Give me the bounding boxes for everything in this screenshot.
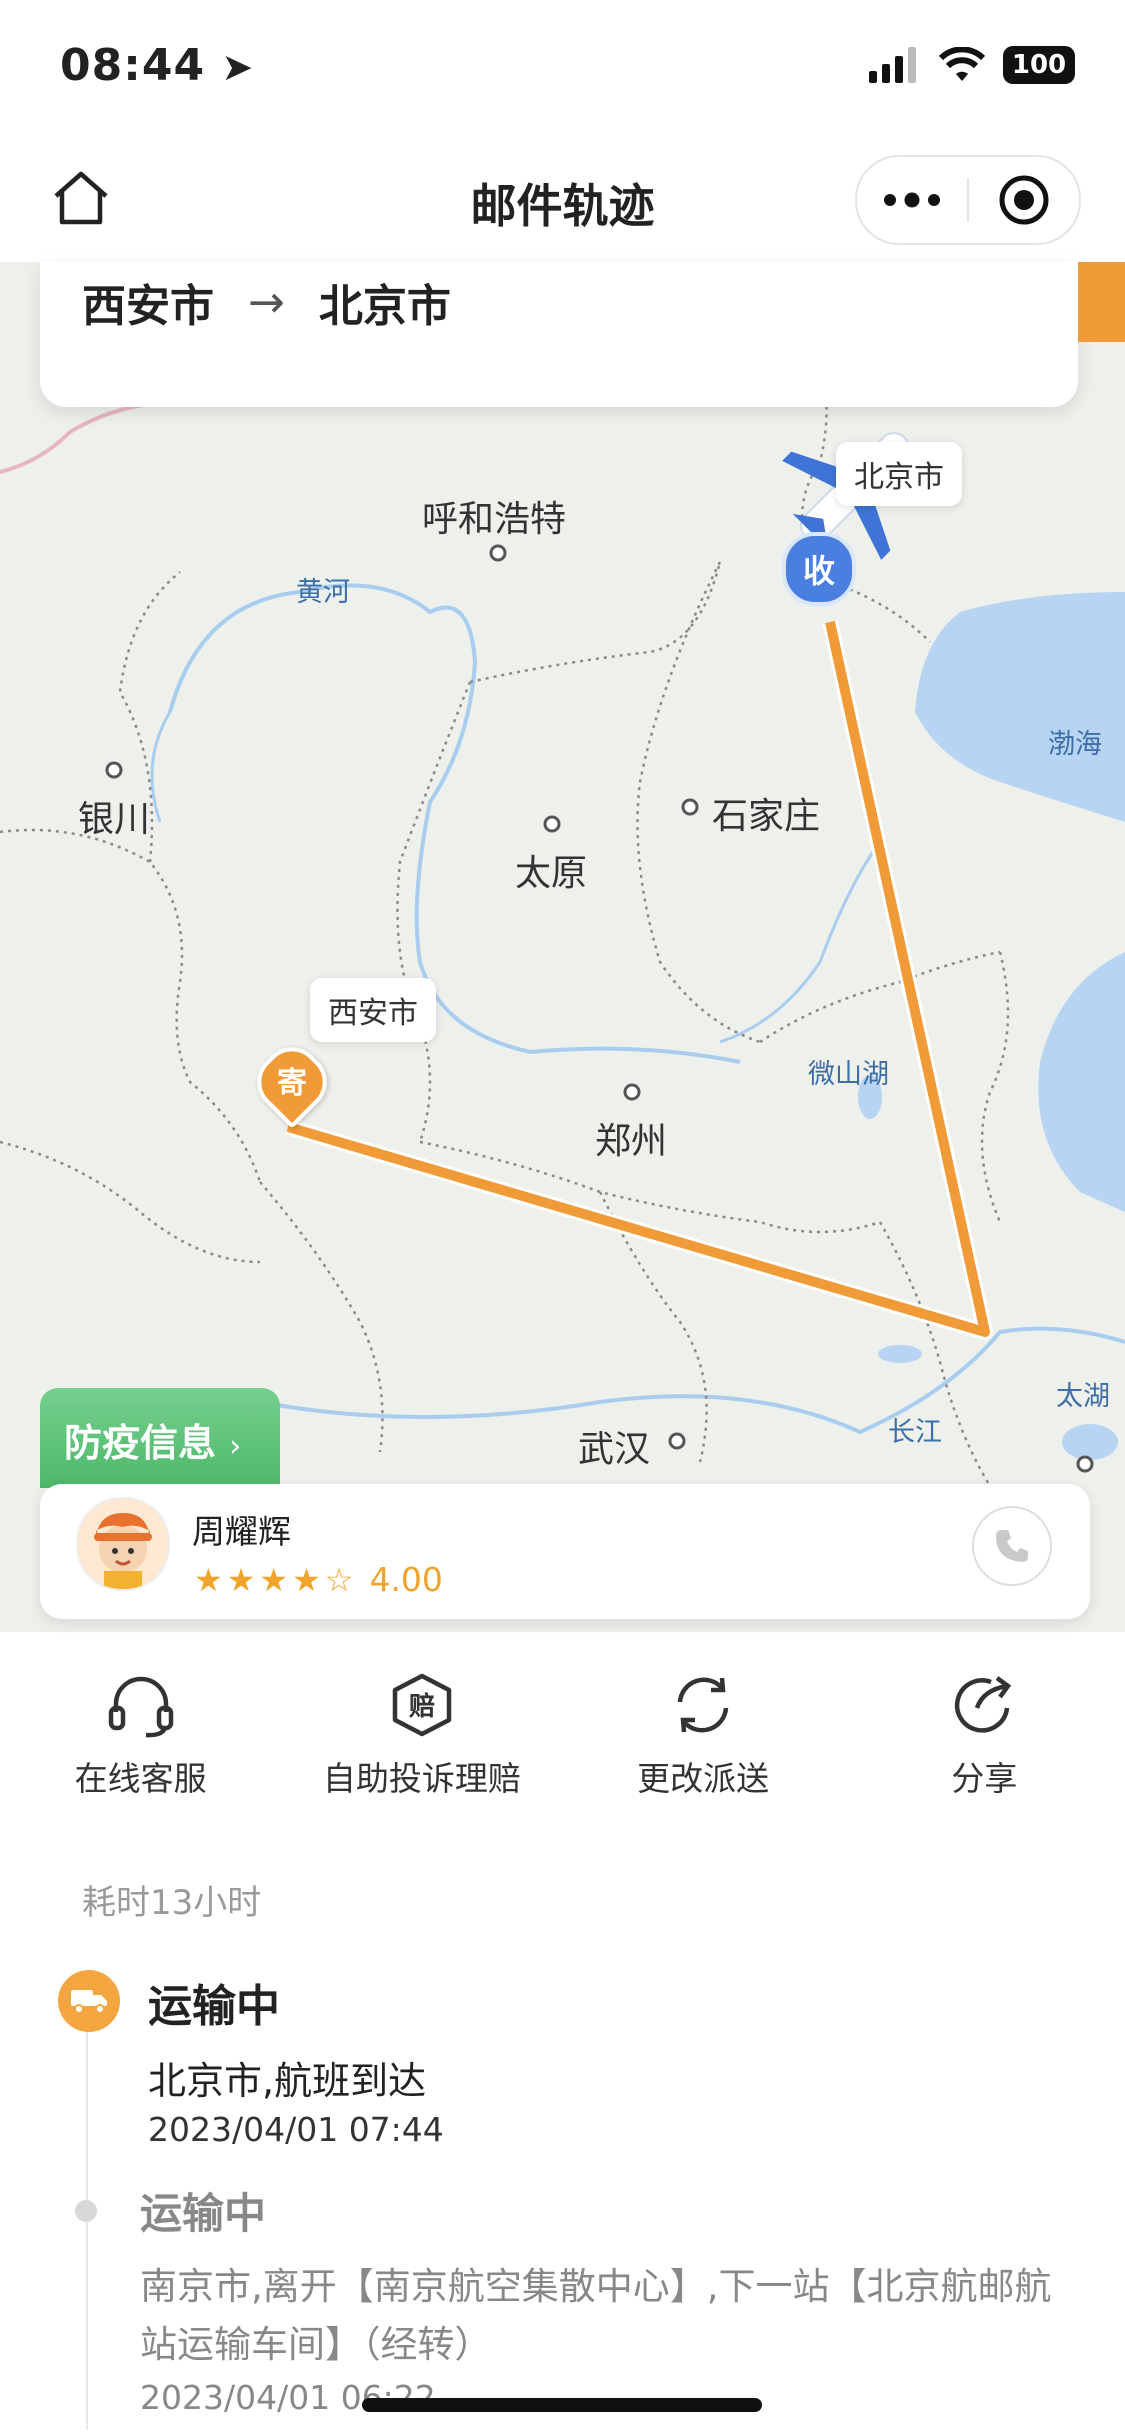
complaint-compensation-button[interactable]: 赔 自助投诉理赔 (281, 1672, 562, 1800)
map-city-label: 石家庄 (712, 796, 821, 837)
route-destination: 北京市 (318, 281, 451, 332)
map-water-label: 太湖 (1056, 1381, 1110, 1412)
action-label: 在线客服 (74, 1759, 207, 1798)
status-icons: 100 (869, 46, 1075, 84)
map-water-label: 微山湖 (808, 1059, 889, 1090)
origin-marker-label: 寄 (277, 1066, 307, 1101)
star-filled-icon: ★ (226, 1560, 256, 1599)
star-filled-icon: ★ (194, 1560, 223, 1599)
status-time: 08:44 ➤ (60, 40, 255, 91)
route-origin: 西安市 (82, 281, 214, 332)
epidemic-info-button[interactable]: 防疫信息 › (40, 1388, 280, 1488)
call-courier-button[interactable] (972, 1506, 1052, 1586)
event-status: 运输中 (148, 1981, 280, 2032)
origin-bubble: 西安市 (310, 978, 436, 1042)
close-miniprogram-button[interactable] (969, 157, 1079, 243)
svg-text:赔: 赔 (409, 1692, 435, 1722)
target-icon (999, 175, 1049, 225)
map-water-label: 渤海 (1048, 729, 1102, 760)
signal-icon (869, 47, 916, 83)
route-arrow: → (248, 276, 285, 328)
customer-service-button[interactable]: 在线客服 (0, 1672, 281, 1800)
map-city-label: 呼和浩特 (422, 499, 567, 540)
action-label: 分享 (951, 1759, 1018, 1798)
courier-name: 周耀辉 (192, 1512, 291, 1551)
refresh-icon (677, 1677, 729, 1733)
headset-icon (108, 1676, 173, 1738)
timeline-dot (75, 2200, 97, 2222)
home-indicator[interactable] (362, 2398, 762, 2412)
phone-icon (996, 1530, 1028, 1562)
action-label: 更改派送 (637, 1759, 770, 1798)
dest-marker-label: 收 (802, 552, 835, 590)
elapsed-time: 耗时13小时 (82, 1883, 262, 1923)
wifi-icon (939, 47, 985, 81)
share-button[interactable]: 分享 (844, 1672, 1125, 1800)
star-filled-icon: ★ (259, 1560, 289, 1599)
map-city-label: 郑州 (595, 1121, 668, 1162)
dest-marker[interactable]: 收 (782, 532, 856, 606)
map-water-label: 长江 (888, 1417, 942, 1448)
map-city-label: 太原 (515, 853, 588, 894)
change-delivery-button[interactable]: 更改派送 (563, 1672, 844, 1800)
share-icon (955, 1676, 1012, 1733)
courier-rating: ★ ★ ★ ★ ☆ 4.00 (194, 1560, 443, 1599)
star-filled-icon: ★ (292, 1560, 321, 1599)
dest-bubble: 北京市 (836, 442, 962, 506)
battery-indicator: 100 (1003, 46, 1075, 84)
chevron-right-icon: › (229, 1429, 242, 1464)
map-city-label: 银川 (78, 799, 151, 840)
rating-value: 4.00 (369, 1560, 443, 1599)
miniprogram-capsule (855, 155, 1081, 245)
courier-avatar (76, 1497, 170, 1591)
event-location: 南京市,离开【南京航空集散中心】,下一站【北京航邮航站运输车间】（经转） (140, 2265, 1052, 2366)
event-status: 运输中 (140, 2189, 267, 2238)
more-button[interactable] (857, 157, 967, 243)
action-bar: 在线客服 赔 自助投诉理赔 更改派送 分享 (0, 1672, 1125, 1800)
compensation-icon: 赔 (392, 1673, 452, 1737)
more-dots-icon (884, 192, 940, 208)
truck-icon (58, 1970, 120, 2032)
map-water-label: 黄河 (296, 577, 350, 608)
map-city-label: 武汉 (578, 1429, 651, 1470)
star-empty-icon: ☆ (324, 1560, 354, 1599)
side-tab[interactable] (1078, 262, 1125, 342)
epidemic-label: 防疫信息 (64, 1421, 217, 1465)
action-label: 自助投诉理赔 (322, 1759, 521, 1798)
location-arrow-icon: ➤ (221, 45, 255, 89)
event-time: 2023/04/01 07:44 (148, 2110, 444, 2149)
event-location: 北京市,航班到达 (148, 2059, 427, 2103)
route-summary: 西安市 → 北京市 (82, 270, 451, 334)
